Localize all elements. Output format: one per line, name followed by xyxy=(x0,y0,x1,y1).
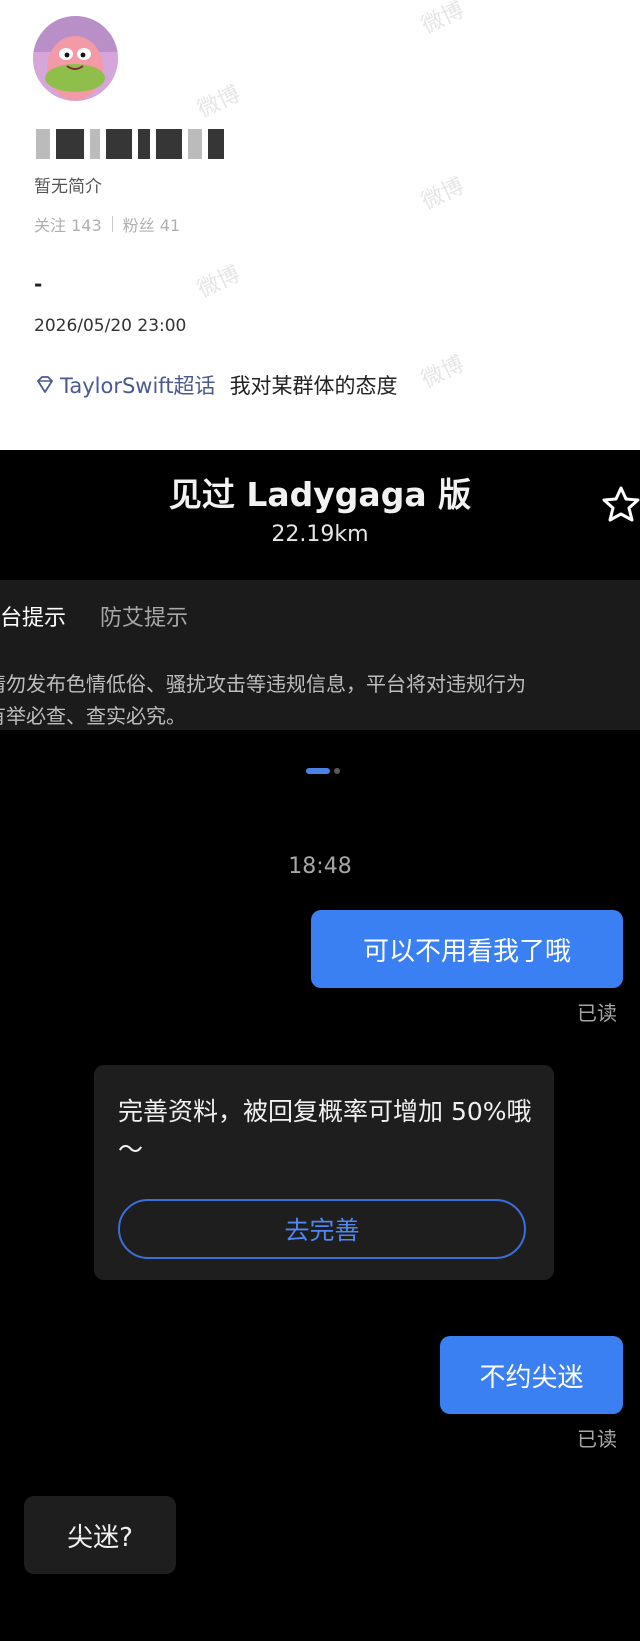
fans-count: 41 xyxy=(159,216,181,235)
message-timestamp: 18:48 xyxy=(288,854,352,879)
super-topic-link[interactable]: TaylorSwift超话 xyxy=(60,370,216,400)
stats-divider xyxy=(111,216,113,232)
post-topic-line: TaylorSwift超话 我对某群体的态度 xyxy=(34,370,398,400)
watermark: 微博 xyxy=(417,0,469,39)
read-receipt: 已读 xyxy=(577,1427,617,1451)
pager-dot-active xyxy=(306,768,330,774)
profile-bio: 暂无简介 xyxy=(34,177,102,197)
chat-distance: 22.19km xyxy=(271,522,369,547)
tab-platform-notice[interactable]: 平台提示 xyxy=(0,600,66,632)
received-message[interactable]: 尖迷? xyxy=(24,1496,176,1574)
fans-stat[interactable]: 粉丝 41 xyxy=(123,212,180,236)
sent-message[interactable]: 不约尖迷 xyxy=(440,1336,623,1414)
chat-screenshot: 见过 Ladygaga 版 22.19km 平台提示 防艾提示 请勿发布色情低俗… xyxy=(0,450,640,1641)
tab-hiv-notice[interactable]: 防艾提示 xyxy=(100,600,188,632)
chat-title: 见过 Ladygaga 版 xyxy=(168,475,472,514)
follow-stat[interactable]: 关注 143 xyxy=(34,212,102,236)
tip-text: 完善资料，被回复概率可增加 50%哦～ xyxy=(118,1097,532,1164)
read-receipt: 已读 xyxy=(577,1001,617,1025)
pager-dot xyxy=(334,768,340,774)
watermark: 微博 xyxy=(417,173,469,215)
post-text: - xyxy=(34,272,43,296)
star-icon[interactable] xyxy=(600,484,640,526)
profile-header: 暂无简介 关注 143 粉丝 41 - 2026/05/20 23:00 Tay… xyxy=(0,0,640,450)
diamond-icon xyxy=(37,376,53,393)
notice-text: 请勿发布色情低俗、骚扰攻击等违规信息，平台将对违规行为 有举必查、查实必究。 xyxy=(0,672,526,728)
fans-label: 粉丝 xyxy=(122,216,155,235)
sent-message[interactable]: 可以不用看我了哦 xyxy=(311,910,623,988)
watermark: 微博 xyxy=(417,351,469,393)
watermark: 微博 xyxy=(193,81,245,123)
complete-profile-button[interactable]: 去完善 xyxy=(118,1199,526,1259)
profile-tip-card: 完善资料，被回复概率可增加 50%哦～ 去完善 xyxy=(94,1065,554,1280)
masked-username xyxy=(36,128,224,160)
follow-label: 关注 xyxy=(34,216,67,235)
notice-tabs: 平台提示 防艾提示 xyxy=(0,600,188,632)
notice-pager xyxy=(306,768,340,774)
watermark: 微博 xyxy=(193,261,245,303)
profile-stats: 关注 143 粉丝 41 xyxy=(34,212,180,236)
post-title: 我对某群体的态度 xyxy=(229,374,398,398)
post-time: 2026/05/20 23:00 xyxy=(34,316,187,336)
follow-count: 143 xyxy=(71,216,102,235)
notice-panel: 平台提示 防艾提示 请勿发布色情低俗、骚扰攻击等违规信息，平台将对违规行为 有举… xyxy=(0,580,640,730)
avatar[interactable] xyxy=(33,16,118,101)
